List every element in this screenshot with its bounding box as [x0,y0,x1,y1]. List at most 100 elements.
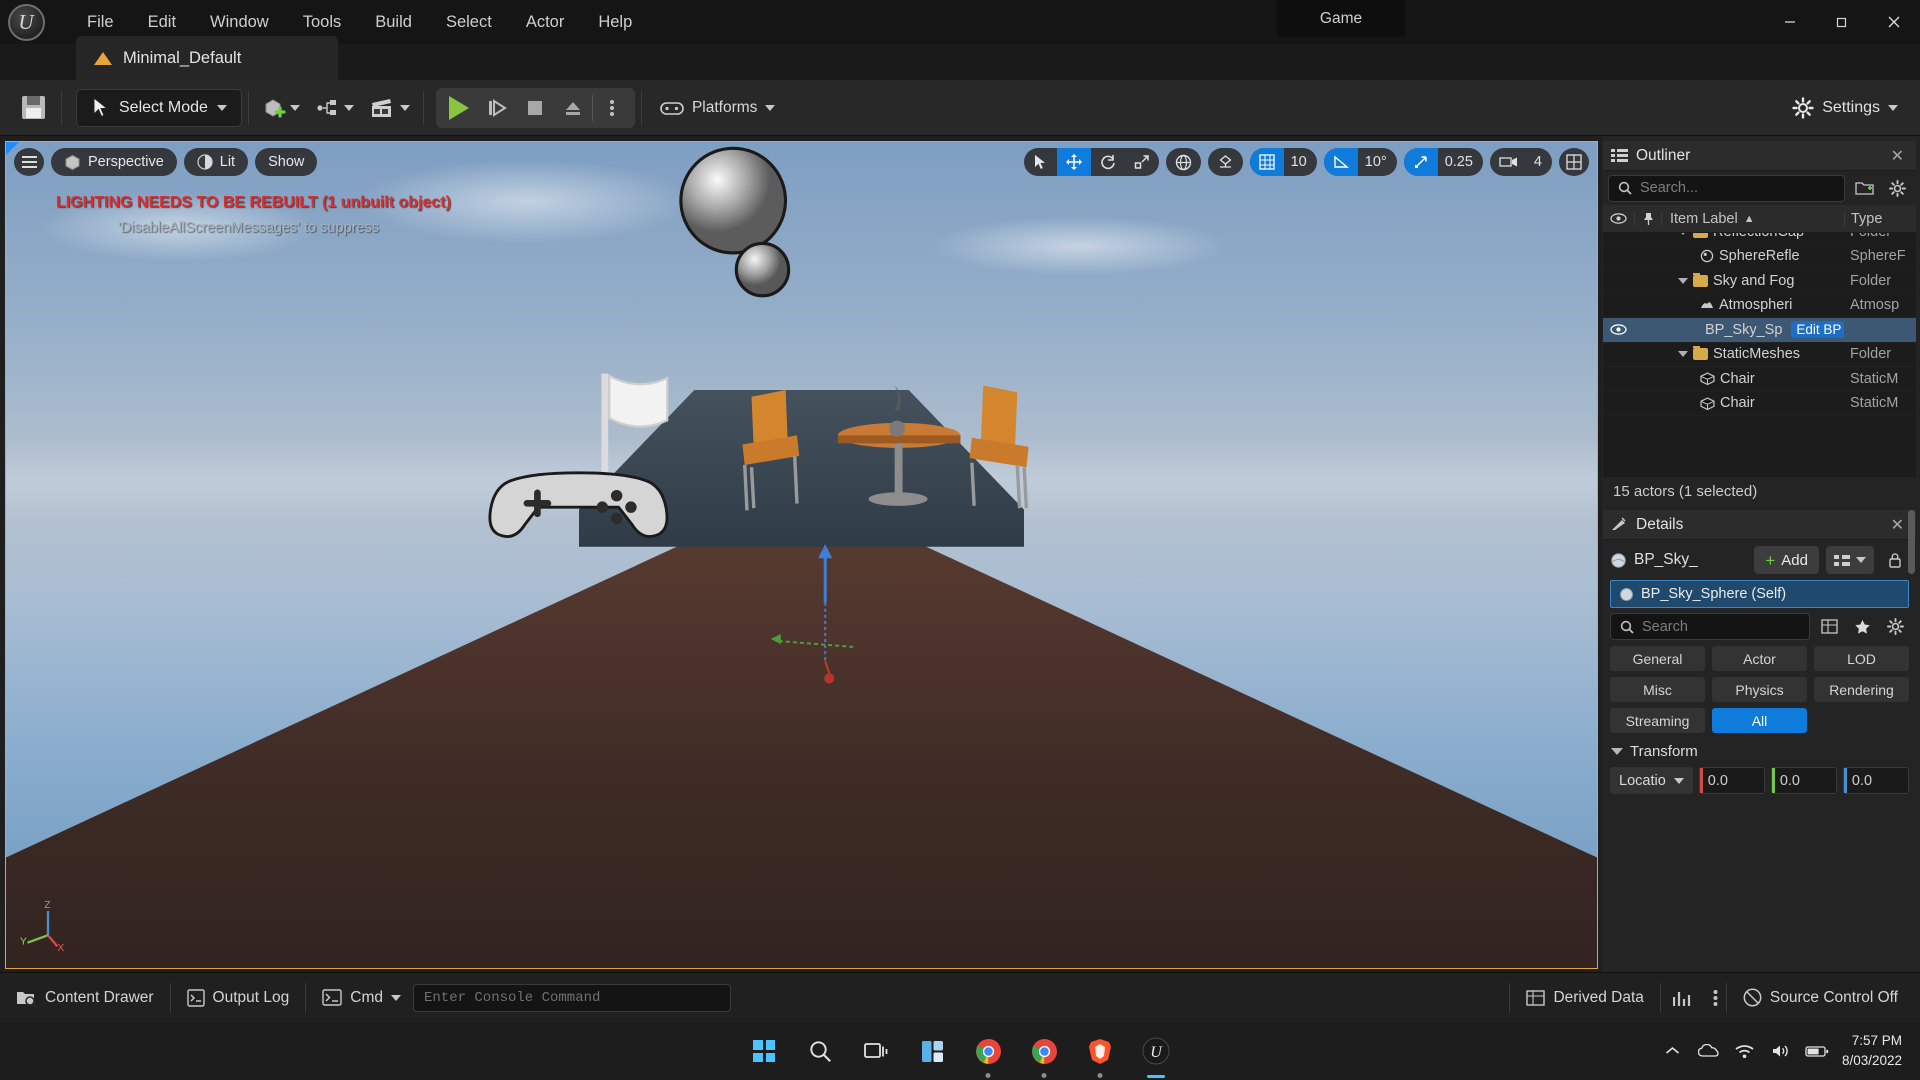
volume-icon[interactable] [1764,1031,1798,1071]
location-y-field[interactable]: 0.0 [1770,767,1837,794]
derived-data-button[interactable]: Derived Data [1510,973,1659,1023]
expand-arrow-icon[interactable] [1678,351,1688,358]
step-button[interactable] [478,91,516,125]
expand-arrow-icon[interactable] [1678,233,1688,235]
level-viewport[interactable]: LIGHTING NEEDS TO BE REBUILT (1 unbuilt … [5,141,1598,969]
menu-select[interactable]: Select [429,7,509,38]
grid-snap-control[interactable]: 10 [1249,148,1317,176]
output-log-button[interactable]: Output Log [171,973,306,1023]
table-row[interactable]: Chair StaticM [1603,392,1916,416]
widgets-button[interactable] [910,1029,954,1073]
details-search-input[interactable]: Search [1610,613,1810,640]
source-control-button[interactable]: Source Control Off [1727,973,1914,1023]
menu-tools[interactable]: Tools [286,7,359,38]
taskbar-clock[interactable]: 7:57 PM 8/03/2022 [1836,1031,1912,1070]
outliner-col-type[interactable]: Type [1844,210,1916,227]
blueprints-button[interactable] [309,92,361,124]
menu-build[interactable]: Build [358,7,429,38]
angle-snap-control[interactable]: 10° [1323,148,1397,176]
menu-edit[interactable]: Edit [131,7,193,38]
scale-snap-value[interactable]: 0.25 [1438,148,1483,176]
table-row[interactable]: StaticMeshes Folder [1603,343,1916,367]
scale-snap-control[interactable]: 0.25 [1403,148,1483,176]
location-x-field[interactable]: 0.0 [1698,767,1765,794]
details-close-icon[interactable]: ✕ [1887,515,1908,535]
scale-snap-toggle[interactable] [1403,148,1438,176]
location-z-field[interactable]: 0.0 [1842,767,1909,794]
close-icon[interactable] [1868,0,1920,44]
surface-snap-button[interactable] [1207,148,1243,176]
unreal-button[interactable]: U [1134,1029,1178,1073]
stop-button[interactable] [516,91,554,125]
table-row[interactable]: ReflectionCap Folder [1603,233,1916,245]
chrome-2-button[interactable] [1022,1029,1066,1073]
save-button[interactable] [12,89,55,126]
components-dropdown[interactable] [1826,546,1874,574]
pin-icon[interactable] [1634,211,1662,226]
filter-physics[interactable]: Physics [1712,677,1807,702]
camera-speed-value[interactable]: 4 [1527,148,1552,176]
details-scrollbar[interactable] [1908,510,1915,574]
cmd-dropdown[interactable]: Cmd [306,973,407,1023]
filter-all[interactable]: All [1712,708,1807,733]
onedrive-icon[interactable] [1692,1031,1726,1071]
eject-button[interactable] [554,91,592,125]
filter-lod[interactable]: LOD [1814,646,1909,671]
filter-misc[interactable]: Misc [1610,677,1705,702]
battery-icon[interactable] [1800,1031,1834,1071]
camera-perspective-button[interactable]: Perspective [51,148,177,176]
menu-actor[interactable]: Actor [509,7,582,38]
columns-icon[interactable] [1815,613,1843,640]
restore-icon[interactable] [1816,0,1868,44]
console-command-input[interactable]: Enter Console Command [412,983,731,1012]
transform-section-header[interactable]: Transform [1603,733,1916,767]
start-button[interactable] [742,1029,786,1073]
angle-snap-value[interactable]: 10° [1358,148,1397,176]
lock-icon[interactable] [1881,547,1909,574]
outliner-settings-icon[interactable] [1883,175,1911,202]
table-row[interactable]: Chair StaticM [1603,367,1916,392]
show-flags-button[interactable]: Show [255,148,318,176]
transform-gizmo[interactable] [754,530,945,712]
task-view-button[interactable] [854,1029,898,1073]
scale-tool-button[interactable] [1125,148,1159,176]
outliner-tree[interactable]: ReflectionCap Folder SphereRefle SphereF [1603,233,1916,476]
camera-speed-icon[interactable] [1490,148,1527,176]
settings-button[interactable]: Settings [1782,90,1908,126]
outliner-search-input[interactable]: Search... [1608,174,1845,202]
table-row[interactable]: Atmospheri Atmosp [1603,294,1916,318]
add-actor-button[interactable] [255,90,307,126]
grid-snap-value[interactable]: 10 [1284,148,1317,176]
play-options-button[interactable] [593,91,631,125]
details-settings-icon[interactable] [1881,613,1909,640]
brave-button[interactable] [1078,1029,1122,1073]
search-button[interactable] [798,1029,842,1073]
details-self-row[interactable]: BP_Sky_Sphere (Self) [1610,580,1909,608]
content-drawer-button[interactable]: Content Drawer [0,973,170,1023]
minimize-icon[interactable] [1764,0,1816,44]
expand-arrow-icon[interactable] [1678,277,1688,284]
filter-rendering[interactable]: Rendering [1814,677,1909,702]
platforms-button[interactable]: Platforms [648,91,787,125]
new-folder-icon[interactable] [1850,175,1878,202]
table-row-selected[interactable]: BP_Sky_Sp Edit BP [1603,318,1916,343]
select-tool-button[interactable] [1024,148,1057,176]
stats-button[interactable] [1661,973,1705,1023]
filter-streaming[interactable]: Streaming [1610,708,1705,733]
outliner-col-item-label[interactable]: Item Label ▲ [1662,211,1844,227]
outliner-close-icon[interactable]: ✕ [1887,146,1908,166]
show-hidden-icons-icon[interactable] [1656,1031,1690,1071]
star-icon[interactable] [1848,613,1876,640]
transform-mode-dropdown[interactable]: Locatio [1610,767,1693,794]
filter-general[interactable]: General [1610,646,1705,671]
wifi-icon[interactable] [1728,1031,1762,1071]
angle-snap-toggle[interactable] [1323,148,1358,176]
filter-actor[interactable]: Actor [1712,646,1807,671]
status-more-button[interactable] [1705,973,1726,1023]
menu-file[interactable]: File [70,7,131,38]
view-mode-button[interactable]: Lit [183,148,249,176]
select-mode-dropdown[interactable]: Select Mode [76,88,242,127]
unreal-engine-logo-icon[interactable]: U [0,0,52,44]
play-button[interactable] [440,91,478,125]
menu-window[interactable]: Window [193,7,286,38]
